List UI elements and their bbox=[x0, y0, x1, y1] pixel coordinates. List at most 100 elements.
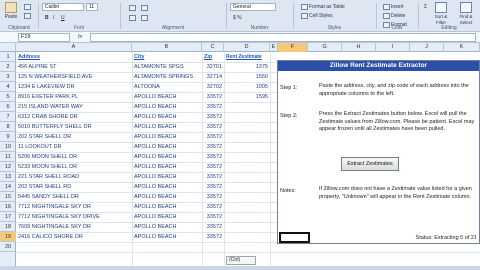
cell-zip[interactable]: 33572 bbox=[202, 102, 222, 112]
extract-zestimates-button[interactable]: Extract Zestimates bbox=[341, 157, 399, 171]
cell-rent[interactable]: 1550 bbox=[224, 72, 268, 82]
row-header[interactable]: 10 bbox=[0, 142, 16, 152]
cell-zip[interactable]: 33572 bbox=[202, 172, 222, 182]
row-header[interactable]: 20 bbox=[0, 242, 16, 252]
formula-input[interactable] bbox=[90, 33, 476, 42]
copy-button[interactable] bbox=[21, 11, 35, 19]
cell-zip[interactable]: 32714 bbox=[202, 72, 222, 82]
cell-address[interactable]: 221 STAR SHELL ROAD bbox=[18, 172, 130, 182]
row-header[interactable]: 8 bbox=[0, 122, 16, 132]
column-header-f[interactable]: F bbox=[278, 43, 308, 52]
header-address[interactable]: Address bbox=[18, 52, 130, 62]
autosum-button[interactable]: Σ bbox=[421, 2, 430, 10]
cell-zip[interactable]: 33572 bbox=[202, 112, 222, 122]
cell-zip[interactable]: 33572 bbox=[202, 122, 222, 132]
row-header[interactable]: 12 bbox=[0, 162, 16, 172]
cell-styles-button[interactable]: Cell Styles bbox=[298, 11, 336, 19]
cut-button[interactable] bbox=[21, 2, 35, 10]
cell-rent[interactable]: 1375 bbox=[224, 62, 268, 72]
header-rent-zestimate[interactable]: Rent Zestimate bbox=[226, 52, 270, 62]
row-header[interactable]: 11 bbox=[0, 152, 16, 162]
row-header[interactable]: 6 bbox=[0, 102, 16, 112]
cell-address[interactable]: 202 STAR SHELL DR bbox=[18, 132, 130, 142]
column-header-c[interactable]: C bbox=[202, 43, 224, 52]
cell-address[interactable]: 5233 MOON SHELL DR bbox=[18, 162, 130, 172]
cell-address[interactable]: 1234 E LAKEVIEW DR bbox=[18, 82, 130, 92]
row-header[interactable]: 3 bbox=[0, 72, 16, 82]
column-header-h[interactable]: H bbox=[342, 43, 376, 52]
header-city[interactable]: City bbox=[134, 52, 200, 62]
cell-rent[interactable]: 1005 bbox=[224, 82, 268, 92]
cell-zip[interactable]: 33572 bbox=[202, 92, 222, 102]
paste-button[interactable]: Paste bbox=[2, 2, 20, 22]
cell-zip[interactable]: 33572 bbox=[202, 192, 222, 202]
cell-zip[interactable]: 33572 bbox=[202, 232, 222, 242]
select-all-corner[interactable] bbox=[0, 43, 16, 52]
row-header-selected[interactable]: 19 bbox=[0, 232, 16, 242]
cell-city[interactable]: APOLLO BEACH bbox=[134, 102, 200, 112]
active-cell-f19[interactable] bbox=[279, 232, 310, 243]
cell-zip[interactable]: 33572 bbox=[202, 132, 222, 142]
cell-address[interactable]: 202 STAR SHELL RD bbox=[18, 182, 130, 192]
cell-city[interactable]: APOLLO BEACH bbox=[134, 182, 200, 192]
cell-city[interactable]: APOLLO BEACH bbox=[134, 222, 200, 232]
currency-button[interactable]: $ % bbox=[230, 13, 245, 21]
row-header[interactable]: 1 bbox=[0, 52, 16, 62]
cell-city[interactable]: APOLLO BEACH bbox=[134, 142, 200, 152]
worksheet[interactable]: Address City Zip Rent Zestimate 456 ALPI… bbox=[16, 52, 480, 266]
cell-address[interactable]: 215 ISLAND WATER WAY bbox=[18, 102, 130, 112]
row-header[interactable]: 14 bbox=[0, 182, 16, 192]
cell-address[interactable]: 456 ALPINE ST bbox=[18, 62, 130, 72]
cell-zip[interactable]: 33572 bbox=[202, 222, 222, 232]
column-header-j[interactable]: J bbox=[410, 43, 444, 52]
cell-address[interactable]: 5445 SANDY SHELL DR bbox=[18, 192, 130, 202]
column-header-i[interactable]: I bbox=[376, 43, 410, 52]
cell-city[interactable]: APOLLO BEACH bbox=[134, 112, 200, 122]
cell-city[interactable]: ALTOONA bbox=[134, 82, 200, 92]
insert-button[interactable]: Insert bbox=[380, 2, 407, 10]
cell-city[interactable]: APOLLO BEACH bbox=[134, 202, 200, 212]
name-box[interactable]: F19 bbox=[18, 33, 70, 42]
cell-address[interactable]: 5206 MOON SHELL DR bbox=[18, 152, 130, 162]
sort-filter-button[interactable]: Sort & Filter bbox=[430, 2, 452, 25]
cell-address[interactable]: 7609 NIGHTINGALE SKY DR bbox=[18, 222, 130, 232]
cell-address[interactable]: 6312 CRAB SHORE DR bbox=[18, 112, 130, 122]
cell-city[interactable]: APOLLO BEACH bbox=[134, 162, 200, 172]
row-header[interactable]: 9 bbox=[0, 132, 16, 142]
cell-city[interactable]: APOLLO BEACH bbox=[134, 132, 200, 142]
paste-options-button[interactable]: (Ctrl) bbox=[226, 256, 256, 265]
column-header-e[interactable]: E bbox=[270, 43, 278, 52]
cell-city[interactable]: APOLLO BEACH bbox=[134, 92, 200, 102]
italic-button[interactable]: I bbox=[50, 13, 57, 21]
cell-address[interactable]: 7712 NIGHTINGALE SKY DR bbox=[18, 202, 130, 212]
number-format-dropdown[interactable]: General bbox=[230, 3, 276, 11]
column-header-a[interactable]: A bbox=[16, 43, 132, 52]
cell-zip[interactable]: 33572 bbox=[202, 212, 222, 222]
cell-zip[interactable]: 33572 bbox=[202, 182, 222, 192]
row-header[interactable]: 15 bbox=[0, 192, 16, 202]
row-header[interactable]: 16 bbox=[0, 202, 16, 212]
cell-city[interactable]: APOLLO BEACH bbox=[134, 172, 200, 182]
font-name-dropdown[interactable]: Calibri bbox=[42, 3, 84, 11]
cell-zip[interactable]: 32701 bbox=[202, 62, 222, 72]
row-header[interactable]: 13 bbox=[0, 172, 16, 182]
row-header[interactable]: 2 bbox=[0, 62, 16, 72]
cell-address[interactable]: 125 N WEATHERSFIELD AVE bbox=[18, 72, 130, 82]
row-header[interactable]: 17 bbox=[0, 212, 16, 222]
row-header[interactable]: 4 bbox=[0, 82, 16, 92]
cell-city[interactable]: APOLLO BEACH bbox=[134, 232, 200, 242]
find-select-button[interactable]: Find & Select bbox=[454, 2, 478, 25]
row-header[interactable]: 7 bbox=[0, 112, 16, 122]
cell-address[interactable]: 5010 BUTTERFLY SHELL DR bbox=[18, 122, 130, 132]
cell-city[interactable]: APOLLO BEACH bbox=[134, 152, 200, 162]
column-header-d[interactable]: D bbox=[224, 43, 270, 52]
cell-city[interactable]: ALTAMONTE SPRINGS bbox=[134, 72, 200, 82]
font-size-dropdown[interactable]: 11 bbox=[86, 3, 98, 11]
row-header[interactable]: 5 bbox=[0, 92, 16, 102]
align-center-button[interactable] bbox=[138, 13, 152, 21]
cell-zip[interactable]: 32702 bbox=[202, 82, 222, 92]
cell-address[interactable]: 2416 CALICO SHORE DR bbox=[18, 232, 130, 242]
cell-address[interactable]: 11 LOOKOUT DR bbox=[18, 142, 130, 152]
cell-rent[interactable]: 1595 bbox=[224, 92, 268, 102]
column-header-k[interactable]: K bbox=[444, 43, 480, 52]
